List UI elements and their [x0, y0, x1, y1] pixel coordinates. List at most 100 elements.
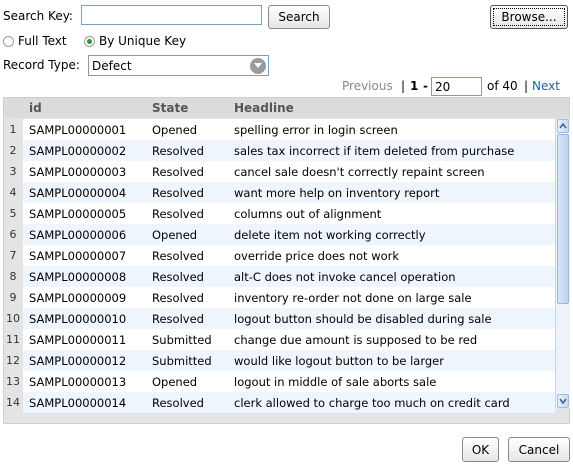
cell-state: Resolved	[152, 207, 204, 221]
cell-headline: clerk allowed to charge too much on cred…	[234, 396, 510, 410]
table-row[interactable]: 5 SAMPL00000005 Resolved columns out of ali…	[4, 203, 555, 224]
search-key-label: Search Key:	[3, 9, 73, 23]
cell-state: Opened	[152, 375, 198, 389]
record-type-select[interactable]: Defect	[88, 55, 269, 76]
vertical-scrollbar[interactable]	[555, 119, 570, 408]
cell-headline: sales tax incorrect if item deleted from…	[234, 144, 515, 158]
column-header-headline[interactable]: Headline	[234, 101, 294, 115]
row-body[interactable]: SAMPL00000013 Opened logout in middle of s…	[23, 371, 555, 392]
table-row[interactable]: 11 SAMPL00000011 Submitted change due amoun…	[4, 329, 555, 350]
cell-id: SAMPL00000001	[29, 123, 127, 137]
browse-button[interactable]: Browse...	[490, 5, 568, 29]
table-row[interactable]: 3 SAMPL00000003 Resolved cancel sale doesn'…	[4, 161, 555, 182]
cell-id: SAMPL00000013	[29, 375, 127, 389]
chevron-down-icon[interactable]	[250, 58, 266, 74]
next-link[interactable]: Next	[532, 79, 560, 93]
paging-separator: |	[401, 79, 406, 93]
arrow-up-icon[interactable]	[557, 119, 569, 133]
cell-id: SAMPL00000007	[29, 249, 127, 263]
cell-id: SAMPL00000012	[29, 354, 127, 368]
table-row[interactable]: 7 SAMPL00000007 Resolved override price doe…	[4, 245, 555, 266]
table-row[interactable]: 4 SAMPL00000004 Resolved want more help on …	[4, 182, 555, 203]
table-row[interactable]: 10 SAMPL00000010 Resolved logout button sho…	[4, 308, 555, 329]
cell-state: Opened	[152, 228, 198, 242]
table-row[interactable]: 6 SAMPL00000006 Opened delete item not work…	[4, 224, 555, 245]
cell-headline: delete item not working correctly	[234, 228, 426, 242]
paging-total: of 40	[487, 79, 518, 93]
arrow-down-icon[interactable]	[557, 394, 569, 408]
previous-link: Previous	[342, 79, 393, 93]
grid-rows: 1 SAMPL00000001 Opened spelling error in lo…	[4, 119, 555, 413]
row-body[interactable]: SAMPL00000002 Resolved sales tax incorrect…	[23, 140, 555, 161]
unique-key-radio[interactable]	[84, 36, 95, 47]
paging-dash: -	[423, 79, 428, 93]
row-body[interactable]: SAMPL00000006 Opened delete item not worki…	[23, 224, 555, 245]
row-number: 5	[4, 203, 22, 224]
table-row[interactable]: 2 SAMPL00000002 Resolved sales tax incorrec…	[4, 140, 555, 161]
table-row[interactable]: 9 SAMPL00000009 Resolved inventory re-order…	[4, 287, 555, 308]
scrollbar-thumb[interactable]	[557, 134, 569, 304]
record-type-label: Record Type:	[3, 58, 80, 72]
cell-state: Resolved	[152, 249, 204, 263]
column-header-state[interactable]: State	[152, 101, 188, 115]
grid-header: id State Headline	[4, 98, 569, 118]
cell-headline: change due amount is supposed to be red	[234, 333, 478, 347]
row-body[interactable]: SAMPL00000009 Resolved inventory re-order …	[23, 287, 555, 308]
row-body[interactable]: SAMPL00000012 Submitted would like logout …	[23, 350, 555, 371]
row-body[interactable]: SAMPL00000001 Opened spelling error in log…	[23, 119, 555, 140]
cancel-button[interactable]: Cancel	[508, 437, 570, 462]
cell-state: Submitted	[152, 354, 212, 368]
table-row[interactable]: 14 SAMPL00000014 Resolved clerk allowed to …	[4, 392, 555, 413]
row-number: 7	[4, 245, 22, 266]
cell-state: Opened	[152, 123, 198, 137]
cell-id: SAMPL00000006	[29, 228, 127, 242]
cell-id: SAMPL00000011	[29, 333, 127, 347]
cell-id: SAMPL00000002	[29, 144, 127, 158]
search-button[interactable]: Search	[268, 5, 330, 29]
cell-headline: want more help on inventory report	[234, 186, 440, 200]
row-body[interactable]: SAMPL00000003 Resolved cancel sale doesn't…	[23, 161, 555, 182]
record-type-value: Defect	[92, 58, 132, 73]
table-row[interactable]: 13 SAMPL00000013 Opened logout in middle of…	[4, 371, 555, 392]
page-end-value: 20	[435, 79, 451, 94]
cell-state: Resolved	[152, 144, 204, 158]
paging-start: 1	[410, 79, 419, 93]
table-row[interactable]: 8 SAMPL00000008 Resolved alt-C does not inv…	[4, 266, 555, 287]
page-end-input[interactable]: 20	[431, 77, 482, 96]
row-body[interactable]: SAMPL00000008 Resolved alt-C does not invo…	[23, 266, 555, 287]
row-body[interactable]: SAMPL00000014 Resolved clerk allowed to ch…	[23, 392, 555, 413]
full-text-radio[interactable]	[3, 36, 14, 47]
row-number: 8	[4, 266, 22, 287]
row-number: 2	[4, 140, 22, 161]
search-input[interactable]	[81, 5, 262, 25]
cell-headline: logout in middle of sale aborts sale	[234, 375, 437, 389]
cell-state: Resolved	[152, 165, 204, 179]
cell-headline: cancel sale doesn't correctly repaint sc…	[234, 165, 485, 179]
ok-button[interactable]: OK	[462, 437, 499, 462]
full-text-label[interactable]: Full Text	[18, 34, 67, 48]
cell-headline: inventory re-order not done on large sal…	[234, 291, 472, 305]
results-grid: id State Headline 1 SAMPL00000001 Opened sp…	[3, 97, 570, 424]
paging-pipe: |	[524, 79, 529, 93]
cell-headline: logout button should be disabled during …	[234, 312, 492, 326]
table-row[interactable]: 1 SAMPL00000001 Opened spelling error in lo…	[4, 119, 555, 140]
cell-state: Resolved	[152, 270, 204, 284]
row-number: 12	[4, 350, 22, 371]
row-body[interactable]: SAMPL00000007 Resolved override price does…	[23, 245, 555, 266]
cell-state: Resolved	[152, 186, 204, 200]
unique-key-label[interactable]: By Unique Key	[99, 34, 186, 48]
cell-id: SAMPL00000003	[29, 165, 127, 179]
row-body[interactable]: SAMPL00000011 Submitted change due amount …	[23, 329, 555, 350]
row-body[interactable]: SAMPL00000005 Resolved columns out of alig…	[23, 203, 555, 224]
cell-headline: alt-C does not invoke cancel operation	[234, 270, 456, 284]
column-header-id[interactable]: id	[29, 101, 42, 115]
row-body[interactable]: SAMPL00000010 Resolved logout button shoul…	[23, 308, 555, 329]
row-number: 9	[4, 287, 22, 308]
row-number: 6	[4, 224, 22, 245]
row-number: 13	[4, 371, 22, 392]
cell-id: SAMPL00000014	[29, 396, 127, 410]
table-row[interactable]: 12 SAMPL00000012 Submitted would like logou…	[4, 350, 555, 371]
row-number: 14	[4, 392, 22, 413]
row-number: 1	[4, 119, 22, 140]
row-body[interactable]: SAMPL00000004 Resolved want more help on i…	[23, 182, 555, 203]
